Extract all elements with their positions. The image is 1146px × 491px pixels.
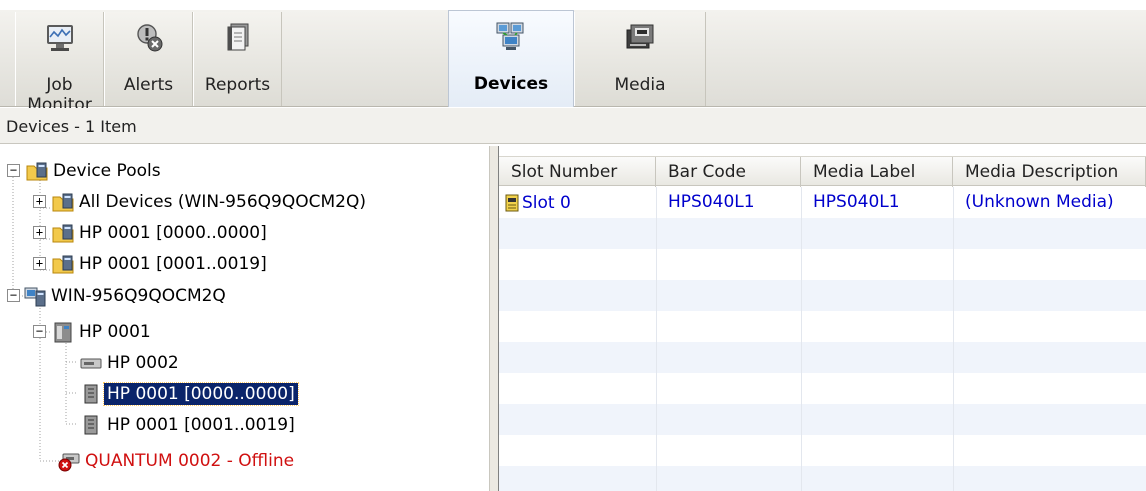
column-label: Bar Code bbox=[668, 162, 746, 182]
empty-row bbox=[499, 280, 1146, 311]
tree-node-label: QUANTUM 0002 - Offline bbox=[85, 451, 295, 471]
tree-node-quantum-offline[interactable]: QUANTUM 0002 - Offline bbox=[58, 446, 297, 476]
device-pool-icon bbox=[52, 224, 74, 243]
tree-node-hp-0001-0000[interactable]: HP 0001 [0000..0000] bbox=[80, 379, 299, 409]
media-icon bbox=[626, 24, 654, 49]
column-header-media-label[interactable]: Media Label bbox=[801, 157, 953, 187]
tab-devices[interactable]: Devices bbox=[448, 10, 574, 107]
tree-node-label: HP 0001 [0000..0000] bbox=[79, 223, 267, 243]
tree-node-pool-hp-0001-0001[interactable]: HP 0001 [0001..0019] bbox=[52, 249, 270, 279]
tree-node-label: HP 0002 bbox=[107, 353, 179, 373]
tab-job-monitor[interactable]: Job Monitor bbox=[15, 12, 104, 115]
library-icon bbox=[54, 322, 72, 343]
tab-devices-label: Devices bbox=[473, 74, 549, 94]
alerts-icon bbox=[136, 24, 162, 52]
tree-node-label: HP 0001 bbox=[79, 322, 151, 342]
expander-hp-0001-0001[interactable]: + bbox=[33, 257, 46, 270]
column-label: Media Label bbox=[813, 162, 916, 182]
main-toolbar: Job Monitor Alerts Reports Devices Media bbox=[0, 0, 1146, 115]
tree-node-hp-0002[interactable]: HP 0002 bbox=[80, 348, 182, 378]
empty-row bbox=[499, 373, 1146, 404]
device-pool-icon bbox=[52, 193, 74, 212]
slot-number-text: Slot 0 bbox=[522, 192, 571, 213]
column-divider bbox=[801, 187, 802, 491]
device-pool-icon bbox=[52, 255, 74, 274]
column-divider bbox=[656, 187, 657, 491]
tape-drive-icon bbox=[80, 358, 102, 369]
tree-node-device-pools[interactable]: Device Pools bbox=[26, 156, 164, 186]
tree-node-label: HP 0001 [0001..0019] bbox=[107, 415, 295, 435]
tree-node-hp-0001[interactable]: HP 0001 bbox=[52, 317, 154, 347]
slot-icon bbox=[505, 194, 519, 211]
empty-row bbox=[499, 435, 1146, 466]
reports-icon bbox=[227, 23, 248, 51]
tree-node-pool-hp-0001-0000[interactable]: HP 0001 [0000..0000] bbox=[52, 218, 270, 248]
expander-hp-0001[interactable]: − bbox=[33, 325, 46, 338]
tree-node-hp-0001-0001[interactable]: HP 0001 [0001..0019] bbox=[80, 410, 298, 440]
empty-row bbox=[499, 466, 1146, 491]
expander-hp-0001-0000[interactable]: + bbox=[33, 226, 46, 239]
tree-node-server[interactable]: WIN-956Q9QOCM2Q bbox=[24, 281, 229, 311]
column-header-media-description[interactable]: Media Description bbox=[953, 157, 1146, 187]
tab-alerts-label: Alerts bbox=[123, 75, 174, 95]
empty-row bbox=[499, 404, 1146, 435]
server-icon bbox=[24, 287, 46, 307]
device-pool-icon bbox=[26, 162, 48, 181]
column-label: Slot Number bbox=[511, 162, 618, 182]
tab-media-label: Media bbox=[614, 75, 666, 95]
slot-grid[interactable]: Slot Number Bar Code Media Label Media D… bbox=[499, 146, 1146, 491]
expander-server[interactable]: − bbox=[7, 289, 20, 302]
job-monitor-icon bbox=[46, 25, 73, 51]
tree-node-all-devices[interactable]: All Devices (WIN-956Q9QOCM2Q) bbox=[52, 187, 369, 217]
slot-group-icon bbox=[84, 415, 98, 435]
cell-slot-number: Slot 0 bbox=[499, 187, 656, 218]
column-divider bbox=[953, 187, 954, 491]
offline-drive-icon bbox=[58, 453, 80, 472]
device-tree[interactable]: − + + + − − Device Pools All Devices (WI… bbox=[0, 146, 489, 491]
empty-row bbox=[499, 311, 1146, 342]
column-header-bar-code[interactable]: Bar Code bbox=[656, 157, 801, 187]
tree-node-label: All Devices (WIN-956Q9QOCM2Q) bbox=[79, 192, 366, 212]
tab-media[interactable]: Media bbox=[574, 12, 706, 106]
tab-reports[interactable]: Reports bbox=[193, 12, 282, 106]
empty-row bbox=[499, 342, 1146, 373]
column-header-slot-number[interactable]: Slot Number bbox=[499, 157, 656, 187]
tree-node-label: HP 0001 [0000..0000] bbox=[103, 382, 299, 406]
column-label: Media Description bbox=[965, 162, 1119, 182]
tree-node-label: WIN-956Q9QOCM2Q bbox=[51, 286, 226, 306]
status-line: Devices - 1 Item bbox=[0, 108, 1146, 144]
cell-bar-code: HPS040L1 bbox=[668, 192, 755, 212]
cell-media-label: HPS040L1 bbox=[813, 192, 900, 212]
tab-reports-label: Reports bbox=[204, 75, 271, 95]
pane-splitter[interactable] bbox=[489, 146, 499, 491]
cell-media-description: (Unknown Media) bbox=[965, 192, 1114, 212]
empty-row bbox=[499, 249, 1146, 280]
tab-alerts[interactable]: Alerts bbox=[104, 12, 193, 106]
empty-row bbox=[499, 218, 1146, 249]
slot-group-icon bbox=[84, 384, 98, 404]
tree-node-label: HP 0001 [0001..0019] bbox=[79, 254, 267, 274]
grid-header: Slot Number Bar Code Media Label Media D… bbox=[499, 156, 1146, 187]
expander-device-pools[interactable]: − bbox=[7, 164, 20, 177]
table-row[interactable]: Slot 0 HPS040L1 HPS040L1 (Unknown Media) bbox=[499, 187, 1146, 218]
status-text: Devices - 1 Item bbox=[6, 117, 137, 136]
devices-icon bbox=[496, 22, 524, 50]
expander-all-devices[interactable]: + bbox=[33, 195, 46, 208]
tree-node-label: Device Pools bbox=[53, 161, 161, 181]
